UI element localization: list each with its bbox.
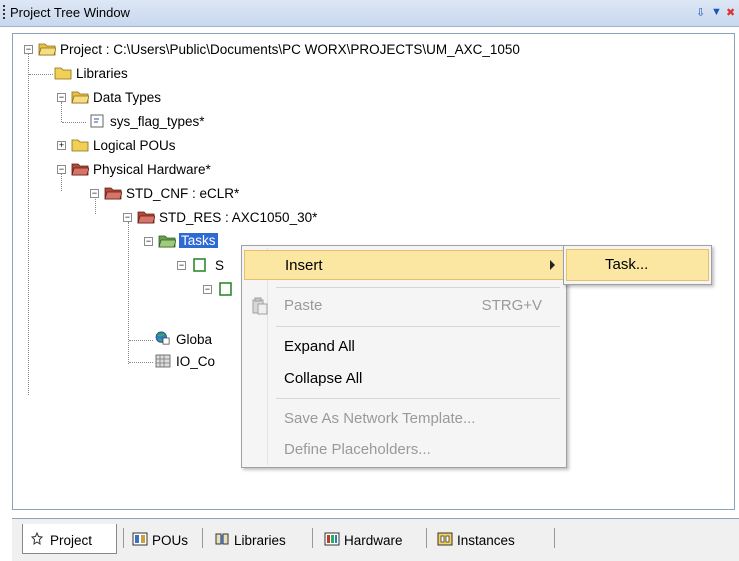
menu-item-expand-all[interactable]: Expand All xyxy=(244,332,564,362)
tree-label: STD_RES : AXC1050_30* xyxy=(159,210,318,225)
tree-item-project[interactable]: − Project : C:\Users\Public\Documents\PC… xyxy=(13,40,713,60)
menu-item-label: Task... xyxy=(605,256,649,273)
collapse-icon[interactable]: − xyxy=(123,213,132,222)
folder-open-icon xyxy=(71,91,89,104)
pous-icon xyxy=(132,532,148,546)
menu-item-shortcut: STRG+V xyxy=(481,297,542,314)
submenu-arrow-icon xyxy=(550,260,555,270)
configuration-icon xyxy=(104,187,122,200)
tree-label: IO_Co xyxy=(176,354,216,369)
paste-icon xyxy=(252,297,268,315)
tree-item-logical-pous[interactable]: + Logical POUs xyxy=(13,136,213,156)
collapse-icon[interactable]: − xyxy=(144,237,153,246)
folder-open-icon xyxy=(38,43,56,56)
menu-item-define-placeholders[interactable]: Define Placeholders... xyxy=(244,435,564,465)
insert-submenu: Task... xyxy=(563,245,712,285)
pin-icon[interactable]: ⇩ xyxy=(696,6,705,19)
libraries-icon xyxy=(215,533,229,545)
tab-label: Libraries xyxy=(234,533,286,548)
window-titlebar: Project Tree Window ⇩ ▼ ✖ xyxy=(0,0,739,27)
tree-item-global-variables[interactable]: Globa xyxy=(13,330,212,350)
menu-item-label: Expand All xyxy=(284,338,355,355)
context-menu: Insert Paste STRG+V Expand All Collapse … xyxy=(241,245,567,468)
tab-separator xyxy=(426,528,427,548)
instances-icon xyxy=(437,532,453,546)
dropdown-icon[interactable]: ▼ xyxy=(711,6,722,18)
tree-item-io-configuration[interactable]: IO_Co xyxy=(13,352,215,372)
tab-instances[interactable]: Instances xyxy=(431,524,551,554)
tree-label: Project : C:\Users\Public\Documents\PC W… xyxy=(60,42,520,57)
collapse-icon[interactable]: − xyxy=(203,285,212,294)
tab-separator xyxy=(202,528,203,548)
tree-item-task[interactable]: − S xyxy=(13,256,224,276)
menu-item-label: Save As Network Template... xyxy=(284,410,476,427)
program-icon xyxy=(219,282,232,296)
menu-item-label: Collapse All xyxy=(284,370,363,387)
close-icon[interactable]: ✖ xyxy=(726,6,735,19)
tab-label: Hardware xyxy=(344,533,403,548)
folder-icon xyxy=(71,139,89,152)
collapse-icon[interactable]: − xyxy=(57,93,66,102)
tree-label: sys_flag_types* xyxy=(110,114,205,129)
menu-separator xyxy=(276,398,560,399)
tab-label: Project xyxy=(50,533,93,548)
task-icon xyxy=(193,258,206,272)
tab-label: Instances xyxy=(457,533,515,548)
collapse-icon[interactable]: − xyxy=(57,165,66,174)
tree-label-selected: Tasks xyxy=(179,233,218,248)
tab-pous[interactable]: POUs xyxy=(126,524,211,554)
tab-hardware[interactable]: Hardware xyxy=(318,524,428,554)
collapse-icon[interactable]: − xyxy=(24,45,33,54)
resource-icon xyxy=(137,211,155,224)
tab-separator xyxy=(554,528,555,548)
tab-separator xyxy=(123,528,124,548)
expand-icon[interactable]: + xyxy=(57,141,66,150)
tree-label: STD_CNF : eCLR* xyxy=(126,186,240,201)
tree-label: Libraries xyxy=(76,66,128,81)
tree-item-std-cnf[interactable]: − STD_CNF : eCLR* xyxy=(13,184,263,204)
titlebar-grip xyxy=(3,5,7,19)
tree-label: S xyxy=(215,258,225,273)
menu-separator xyxy=(276,287,560,288)
tab-libraries[interactable]: Libraries xyxy=(208,524,313,554)
tree-item-std-res[interactable]: − STD_RES : AXC1050_30* xyxy=(13,208,317,228)
menu-item-save-as-network-template[interactable]: Save As Network Template... xyxy=(244,404,564,434)
menu-item-collapse-all[interactable]: Collapse All xyxy=(244,364,564,394)
tab-label: POUs xyxy=(152,533,189,548)
tree-label: Data Types xyxy=(93,90,162,105)
collapse-icon[interactable]: − xyxy=(90,189,99,198)
tree-item-physical-hardware[interactable]: − Physical Hardware* xyxy=(13,160,263,180)
folder-icon xyxy=(54,67,72,80)
tasks-folder-icon xyxy=(158,235,176,248)
datatype-file-icon xyxy=(90,114,104,128)
tab-project[interactable]: Project xyxy=(22,524,117,554)
menu-separator xyxy=(276,326,560,327)
io-grid-icon xyxy=(155,354,171,368)
hardware-folder-icon xyxy=(71,163,89,176)
collapse-icon[interactable]: − xyxy=(177,261,186,270)
project-icon xyxy=(30,532,44,546)
menu-item-label: Paste xyxy=(284,297,323,314)
menu-item-label: Define Placeholders... xyxy=(284,441,431,458)
tree-item-tasks[interactable]: − Tasks xyxy=(13,232,218,252)
menu-item-task[interactable]: Task... xyxy=(566,249,709,281)
hardware-icon xyxy=(324,532,340,546)
tree-item-libraries[interactable]: Libraries xyxy=(13,64,213,84)
globe-variables-icon xyxy=(155,331,170,345)
menu-item-paste[interactable]: Paste STRG+V xyxy=(244,291,564,321)
window-title: Project Tree Window xyxy=(10,5,130,20)
tree-item-program-instance[interactable]: − xyxy=(13,280,232,300)
tab-separator xyxy=(312,528,313,548)
menu-item-label: Insert xyxy=(285,257,323,274)
tree-item-data-types[interactable]: − Data Types xyxy=(13,88,213,108)
tree-label: Globa xyxy=(176,332,213,347)
bottom-tab-bar: Project POUs Libraries Hardware Instance… xyxy=(12,518,739,561)
tree-label: Physical Hardware* xyxy=(93,162,211,177)
tree-item-sys-flag-types[interactable]: sys_flag_types* xyxy=(13,112,263,132)
tree-label: Logical POUs xyxy=(93,138,176,153)
menu-item-insert[interactable]: Insert xyxy=(244,250,564,280)
